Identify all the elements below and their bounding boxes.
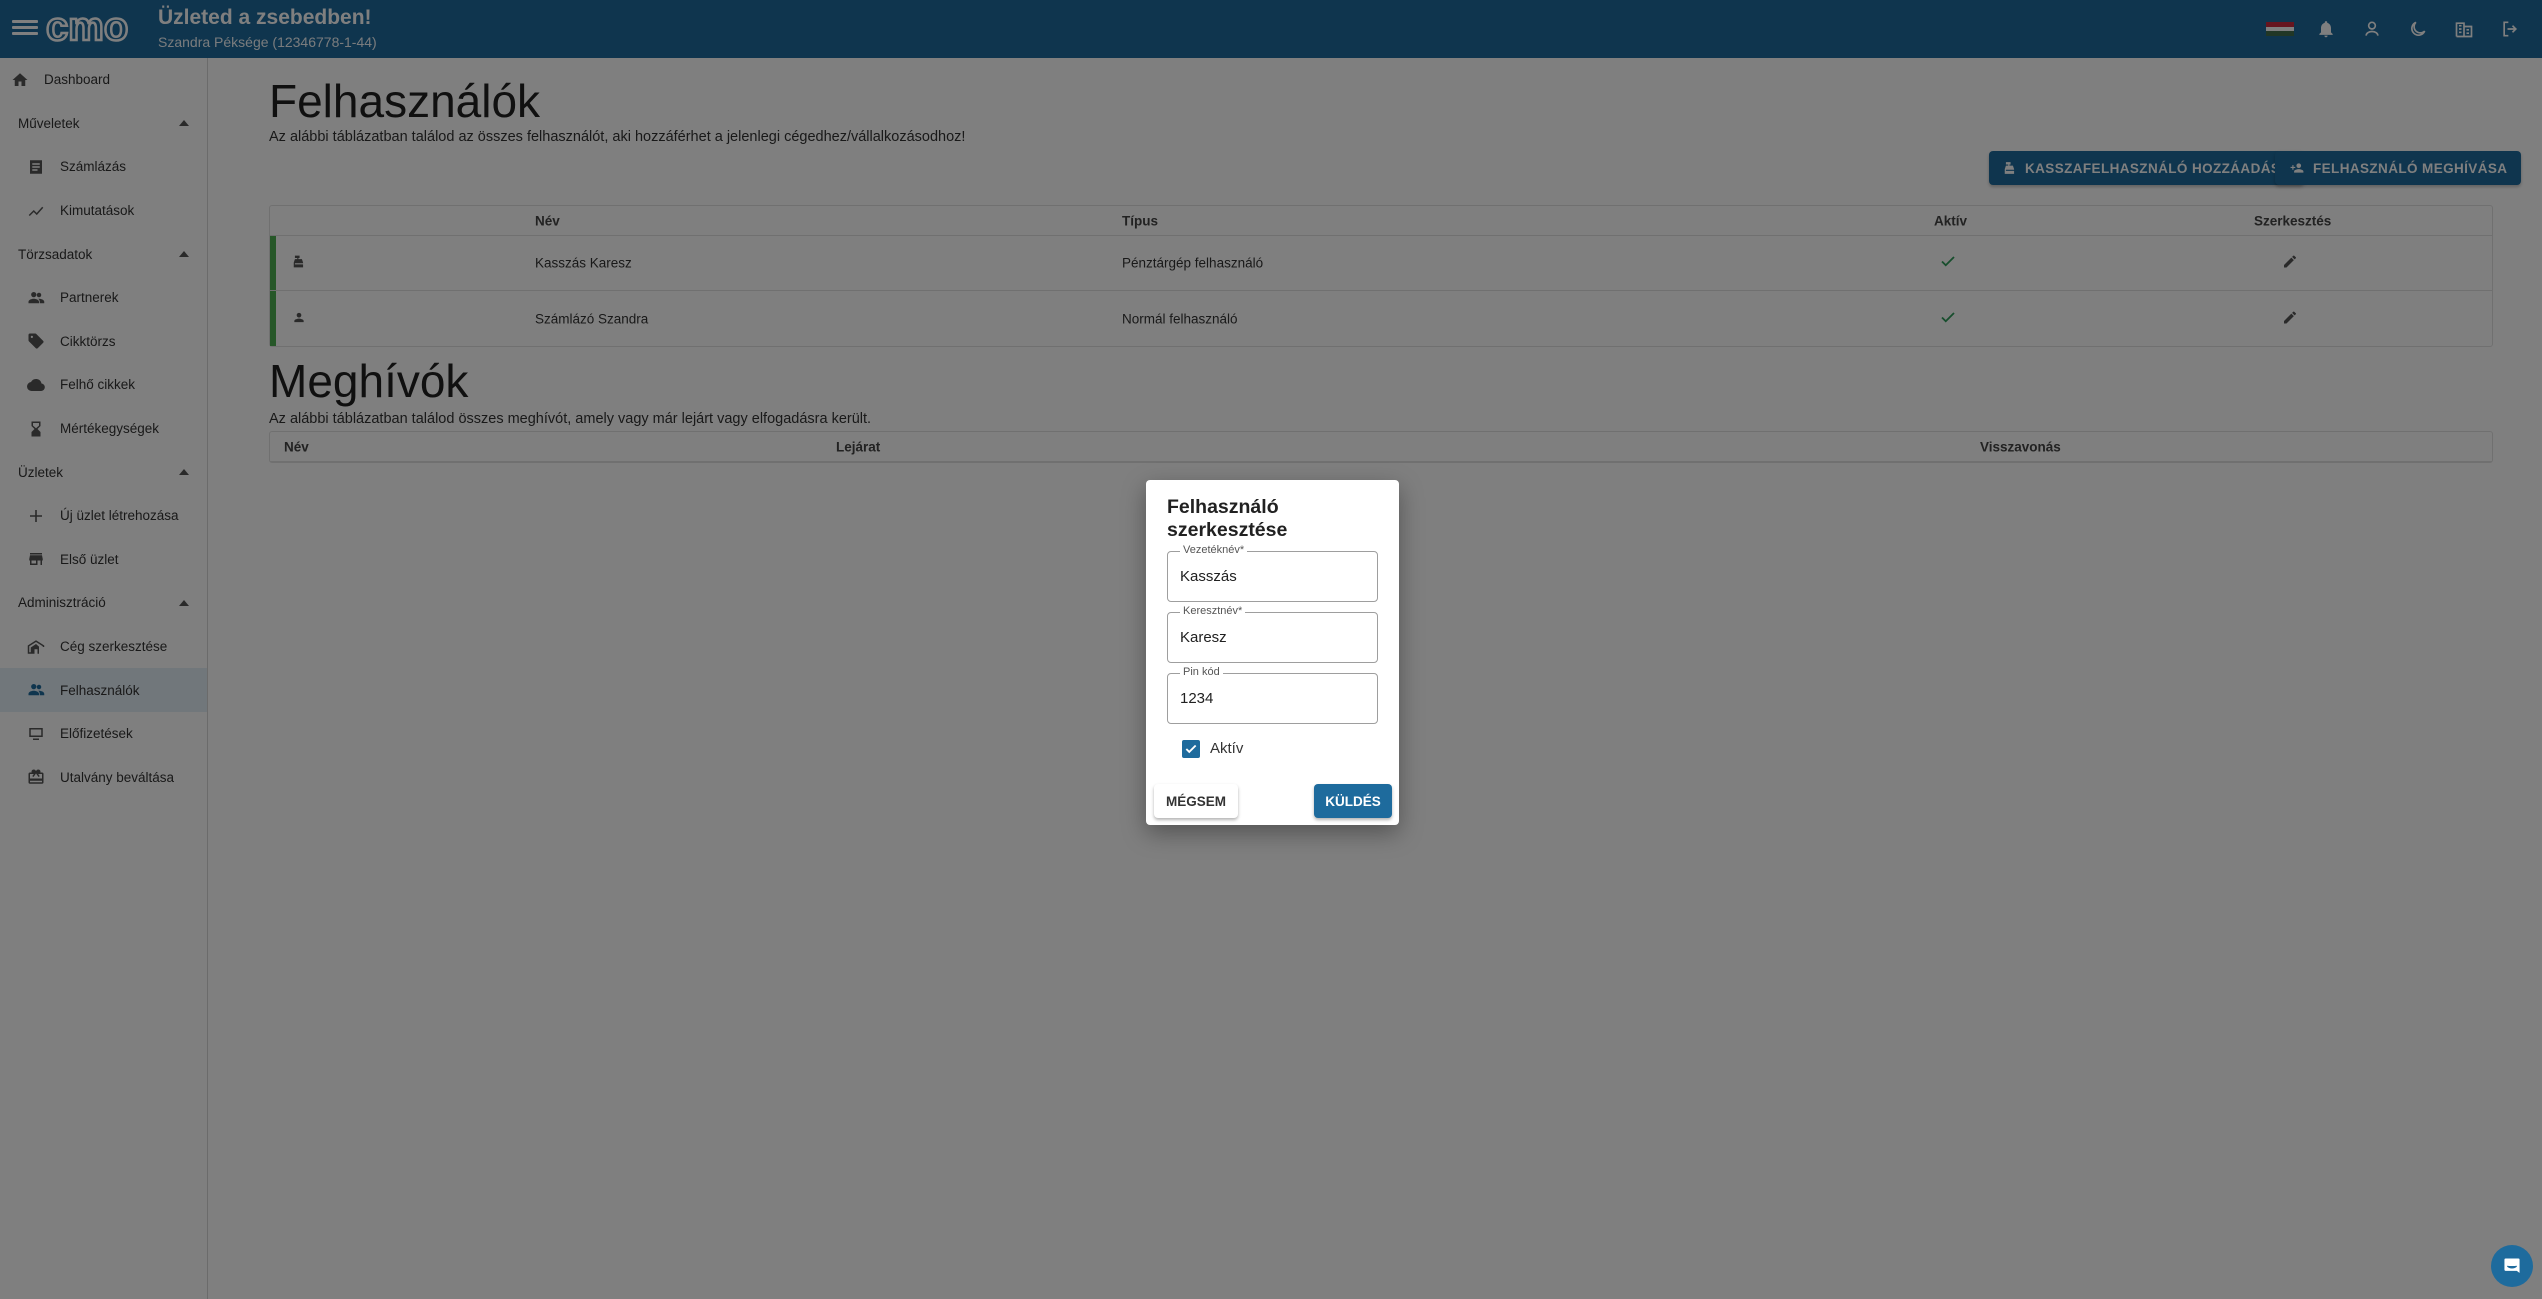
pin-code-value[interactable]: 1234 xyxy=(1180,690,1213,707)
first-name-label: Keresztnév* xyxy=(1180,605,1246,617)
chat-support-icon[interactable] xyxy=(2491,1245,2533,1287)
active-checkbox-label[interactable]: Aktív xyxy=(1210,740,1243,757)
edit-user-dialog: Felhasználó szerkesztése Vezetéknév* Kas… xyxy=(1146,480,1399,825)
check-icon xyxy=(1185,744,1197,754)
last-name-label: Vezetéknév* xyxy=(1180,544,1248,556)
pin-code-field[interactable]: Pin kód 1234 xyxy=(1167,666,1378,724)
submit-button[interactable]: KÜLDÉS xyxy=(1314,784,1392,818)
dialog-title: Felhasználó szerkesztése xyxy=(1167,496,1288,541)
first-name-field[interactable]: Keresztnév* Karesz xyxy=(1167,605,1378,663)
last-name-value[interactable]: Kasszás xyxy=(1180,568,1237,585)
last-name-field[interactable]: Vezetéknév* Kasszás xyxy=(1167,544,1378,602)
cancel-button[interactable]: MÉGSEM xyxy=(1154,784,1238,818)
pin-code-label: Pin kód xyxy=(1180,666,1223,678)
first-name-value[interactable]: Karesz xyxy=(1180,629,1227,646)
active-checkbox[interactable] xyxy=(1182,740,1200,758)
